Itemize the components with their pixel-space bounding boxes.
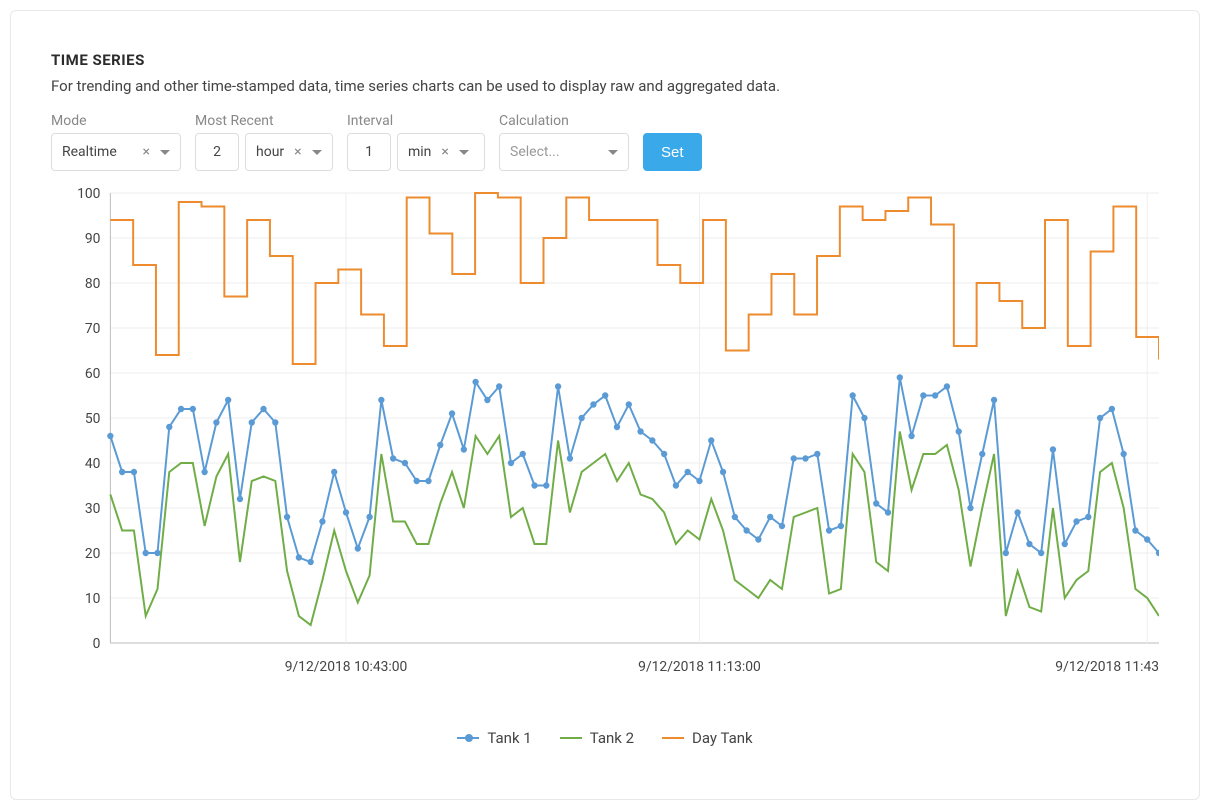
svg-text:50: 50 [85, 411, 101, 427]
clear-icon[interactable]: × [141, 144, 152, 160]
calculation-group: Calculation Select... [499, 113, 629, 171]
svg-text:9/12/2018 10:43:00: 9/12/2018 10:43:00 [285, 659, 408, 675]
svg-text:80: 80 [85, 276, 101, 292]
set-button[interactable]: Set [643, 133, 702, 171]
time-series-card: TIME SERIES For trending and other time-… [10, 10, 1200, 800]
svg-text:9/12/2018 11:13:00: 9/12/2018 11:13:00 [638, 659, 761, 675]
chevron-down-icon [608, 150, 618, 155]
legend-marker-daytank [662, 737, 684, 739]
chevron-down-icon [312, 150, 322, 155]
interval-group: Interval 1 min × [347, 113, 485, 171]
svg-text:9/12/2018 11:43: 9/12/2018 11:43 [1055, 659, 1159, 675]
svg-text:0: 0 [93, 636, 101, 652]
most-recent-label: Most Recent [195, 113, 333, 129]
page-title: TIME SERIES [51, 51, 1159, 69]
interval-value-input[interactable]: 1 [347, 133, 391, 171]
svg-text:10: 10 [85, 591, 101, 607]
calculation-select[interactable]: Select... [499, 133, 629, 171]
calculation-label: Calculation [499, 113, 629, 129]
interval-unit-select[interactable]: min × [397, 133, 485, 171]
clear-icon[interactable]: × [292, 144, 303, 160]
most-recent-value-input[interactable]: 2 [195, 133, 239, 171]
legend-marker-tank1 [457, 737, 479, 739]
mode-group: Mode Realtime × [51, 113, 181, 171]
chart-legend: Tank 1 Tank 2 Day Tank [51, 729, 1159, 747]
calculation-placeholder: Select... [510, 144, 560, 160]
svg-text:100: 100 [77, 186, 101, 202]
most-recent-group: Most Recent 2 hour × [195, 113, 333, 171]
controls-bar: Mode Realtime × Most Recent 2 hour × [51, 113, 1159, 171]
page-subtitle: For trending and other time-stamped data… [51, 77, 1159, 95]
legend-item-tank2[interactable]: Tank 2 [560, 729, 634, 747]
mode-value: Realtime [62, 144, 117, 160]
mode-label: Mode [51, 113, 181, 129]
clear-icon[interactable]: × [439, 144, 450, 160]
chevron-down-icon [459, 150, 469, 155]
svg-text:20: 20 [85, 546, 101, 562]
interval-label: Interval [347, 113, 485, 129]
svg-text:30: 30 [85, 501, 101, 517]
svg-text:60: 60 [85, 366, 101, 382]
interval-unit: min [408, 144, 431, 160]
svg-text:90: 90 [85, 231, 101, 247]
most-recent-unit: hour [256, 144, 284, 160]
svg-text:40: 40 [85, 456, 101, 472]
legend-marker-tank2 [560, 737, 582, 739]
mode-select[interactable]: Realtime × [51, 133, 181, 171]
svg-text:70: 70 [85, 321, 101, 337]
chevron-down-icon [160, 150, 170, 155]
most-recent-unit-select[interactable]: hour × [245, 133, 333, 171]
legend-item-tank1[interactable]: Tank 1 [457, 729, 531, 747]
time-series-chart: 0 10 20 30 40 50 60 70 80 90 100 9/12/2018 10:43:00… [51, 183, 1159, 703]
legend-item-daytank[interactable]: Day Tank [662, 729, 753, 747]
